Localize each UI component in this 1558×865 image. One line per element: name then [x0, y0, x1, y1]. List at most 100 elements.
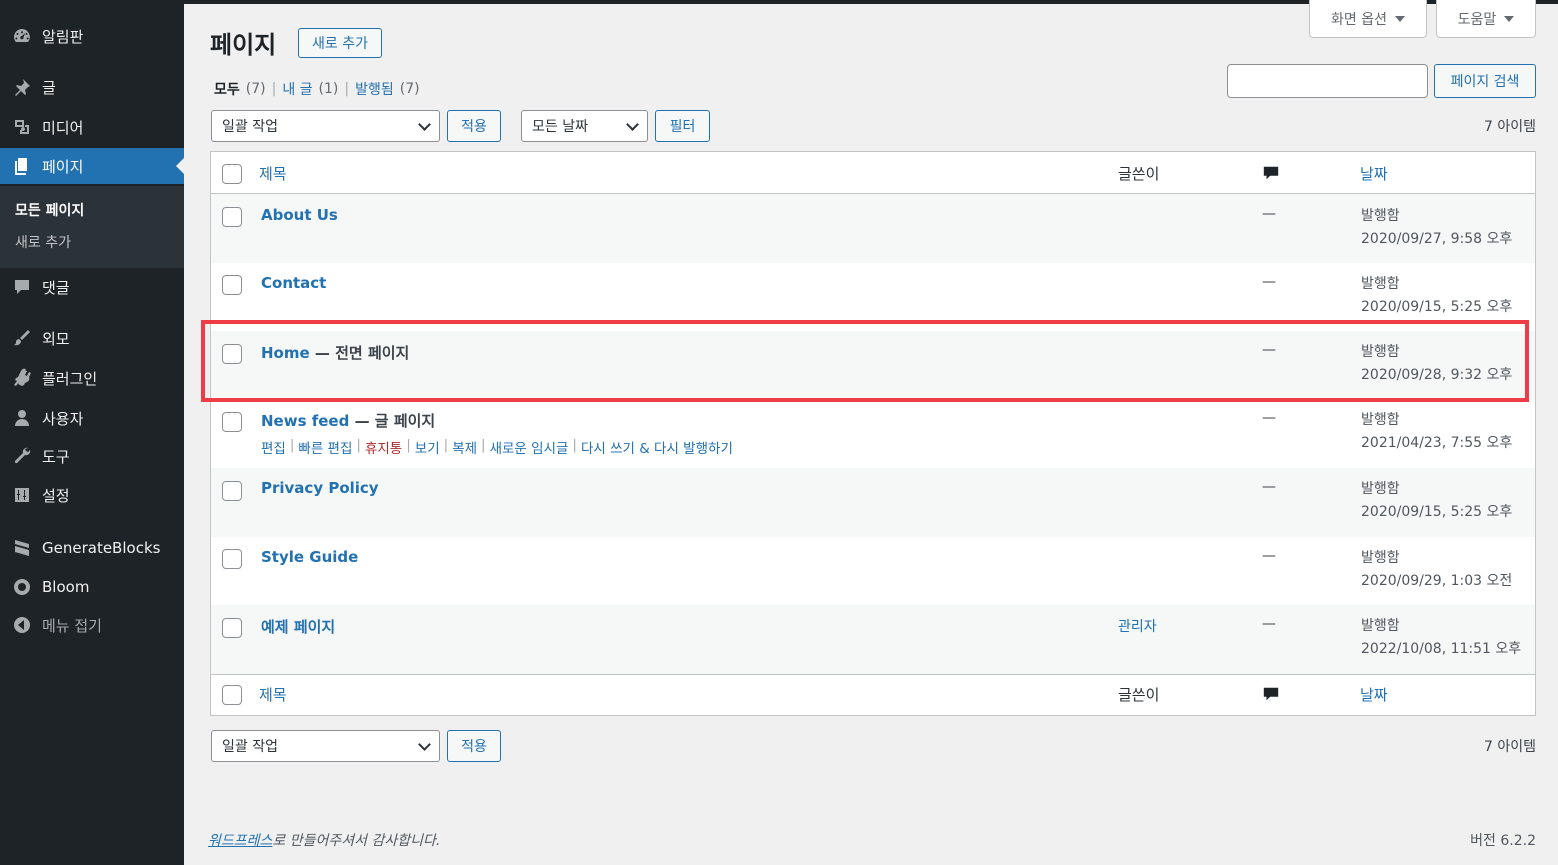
filter-published[interactable]: 발행됨 [355, 79, 394, 99]
separator: | [344, 81, 350, 97]
row-checkbox[interactable] [222, 412, 242, 432]
column-title-footer[interactable]: 제목 [259, 684, 287, 705]
page-title-link[interactable]: 예제 페이지 [261, 616, 335, 637]
sidebar-label-collapse: 메뉴 접기 [42, 616, 102, 635]
status-filter-links: 모두 (7) | 내 글 (1) | 발행됨 (7) [214, 79, 420, 99]
filter-all[interactable]: 모두 [214, 79, 240, 99]
apply-button[interactable]: 적용 [447, 110, 501, 142]
media-icon [11, 116, 33, 138]
view-link[interactable]: 보기 [415, 437, 440, 457]
screen-options-button[interactable]: 화면 옵션 [1309, 0, 1427, 38]
select-all-checkbox[interactable] [222, 685, 242, 705]
quick-edit-link[interactable]: 빠른 편집 [298, 437, 352, 457]
pushpin-icon [11, 76, 33, 98]
page-title-link[interactable]: Privacy Policy [261, 479, 379, 497]
pages-submenu: 모든 페이지 새로 추가 [0, 186, 184, 268]
post-state: — 글 페이지 [349, 412, 436, 430]
new-draft-link[interactable]: 새로운 임시글 [490, 437, 569, 457]
sidebar-item-posts[interactable]: 글 [0, 69, 184, 105]
sidebar-label-posts: 글 [42, 78, 56, 97]
post-date: 2020/09/29, 1:03 오전 [1361, 573, 1513, 589]
search-pages-button[interactable]: 페이지 검색 [1434, 64, 1536, 98]
trash-link[interactable]: 휴지통 [365, 437, 402, 457]
comment-count: — [1262, 410, 1276, 426]
pages-table: 제목 글쓴이 날짜 About Us — 발행함 2020/09/27, 9:5… [210, 151, 1536, 716]
post-status: 발행함 [1361, 550, 1400, 566]
add-new-button[interactable]: 새로 추가 [298, 28, 382, 58]
column-title-header[interactable]: 제목 [259, 163, 287, 184]
page-title-link[interactable]: Style Guide [261, 548, 358, 566]
chevron-down-icon [626, 118, 639, 131]
comment-count: — [1262, 479, 1276, 495]
sidebar-label-settings: 설정 [42, 486, 70, 505]
post-status: 발행함 [1361, 618, 1400, 634]
table-row: 예제 페이지 관리자 — 발행함 2022/10/08, 11:51 오후 [211, 605, 1535, 674]
page-title-link[interactable]: About Us [261, 206, 338, 224]
sidebar-item-plugins[interactable]: 플러그인 [0, 360, 184, 396]
row-checkbox[interactable] [222, 481, 242, 501]
page-title-link[interactable]: News feed — 글 페이지 [261, 410, 435, 431]
main-content: 페이지 새로 추가 화면 옵션 도움말 모두 (7) | 내 글 (1) | 발… [184, 0, 1558, 865]
separator: | [271, 81, 277, 97]
caret-down-icon [1504, 15, 1515, 22]
wordpress-link[interactable]: 워드프레스 [208, 833, 272, 849]
page-title-link[interactable]: Home — 전면 페이지 [261, 342, 409, 363]
sidebar-item-dashboard[interactable]: 알림판 [0, 18, 184, 54]
collapse-menu-button[interactable]: 메뉴 접기 [0, 607, 184, 643]
footer-thanks: 로 만들어주셔서 감사합니다. [272, 833, 441, 849]
rewrite-republish-link[interactable]: 다시 쓰기 & 다시 발행하기 [581, 437, 733, 457]
sidebar-item-pages[interactable]: 페이지 [0, 148, 184, 184]
page-title-link[interactable]: Contact [261, 274, 326, 292]
sidebar-label-tools: 도구 [42, 447, 70, 466]
post-status: 발행함 [1361, 412, 1400, 428]
column-date-header[interactable]: 날짜 [1360, 163, 1388, 184]
pages-icon [11, 155, 33, 177]
sidebar-label-pages: 페이지 [42, 157, 84, 176]
date-filter-select[interactable]: 모든 날짜 [521, 110, 648, 142]
table-row: Privacy Policy — 발행함 2020/09/15, 5:25 오후 [211, 468, 1535, 537]
table-row: About Us — 발행함 2020/09/27, 9:58 오후 [211, 194, 1535, 263]
post-date: 2020/09/15, 5:25 오후 [1361, 504, 1513, 520]
select-all-checkbox[interactable] [222, 164, 242, 184]
row-checkbox[interactable] [222, 618, 242, 638]
row-checkbox[interactable] [222, 207, 242, 227]
active-indicator [176, 158, 184, 174]
author-link[interactable]: 관리자 [1118, 616, 1157, 636]
submenu-all-pages[interactable]: 모든 페이지 [15, 200, 84, 220]
post-status: 발행함 [1361, 208, 1400, 224]
duplicate-link[interactable]: 복제 [452, 437, 477, 457]
sidebar-label-dashboard: 알림판 [42, 27, 84, 46]
sidebar-item-comments[interactable]: 댓글 [0, 269, 184, 305]
sidebar-item-users[interactable]: 사용자 [0, 400, 184, 436]
help-button[interactable]: 도움말 [1436, 0, 1536, 38]
comments-column-icon[interactable] [1262, 685, 1280, 707]
sidebar-item-bloom[interactable]: Bloom [0, 569, 184, 605]
dashboard-icon [11, 25, 33, 47]
sidebar-item-tools[interactable]: 도구 [0, 438, 184, 474]
caret-down-icon [1394, 15, 1405, 22]
date-filter-value: 모든 날짜 [532, 119, 588, 135]
edit-link[interactable]: 편집 [261, 437, 286, 457]
column-author-header: 글쓴이 [1118, 165, 1160, 183]
comments-column-icon[interactable] [1262, 164, 1280, 186]
post-date: 2021/04/23, 7:55 오후 [1361, 435, 1513, 451]
sidebar-item-generateblocks[interactable]: GenerateBlocks [0, 530, 184, 566]
page-title: 페이지 [210, 31, 277, 59]
row-checkbox[interactable] [222, 275, 242, 295]
sidebar-label-bloom: Bloom [42, 578, 90, 596]
row-checkbox[interactable] [222, 549, 242, 569]
apply-button-bottom[interactable]: 적용 [447, 730, 501, 762]
column-date-footer[interactable]: 날짜 [1360, 684, 1388, 705]
sidebar-item-settings[interactable]: 설정 [0, 477, 184, 513]
row-checkbox[interactable] [222, 344, 242, 364]
comment-icon [11, 276, 33, 298]
sidebar-item-media[interactable]: 미디어 [0, 109, 184, 145]
search-input[interactable] [1227, 64, 1428, 98]
filter-button[interactable]: 필터 [655, 110, 710, 142]
admin-sidebar: 알림판 글 미디어 페이지 모든 페이지 새로 추가 댓글 외모 플러그인 사용… [0, 0, 184, 865]
sidebar-item-appearance[interactable]: 외모 [0, 320, 184, 356]
bulk-action-select[interactable]: 일괄 작업 [211, 110, 440, 142]
bulk-action-select-bottom[interactable]: 일괄 작업 [211, 730, 440, 762]
filter-mine[interactable]: 내 글 [282, 79, 312, 99]
submenu-add-new[interactable]: 새로 추가 [15, 232, 71, 252]
